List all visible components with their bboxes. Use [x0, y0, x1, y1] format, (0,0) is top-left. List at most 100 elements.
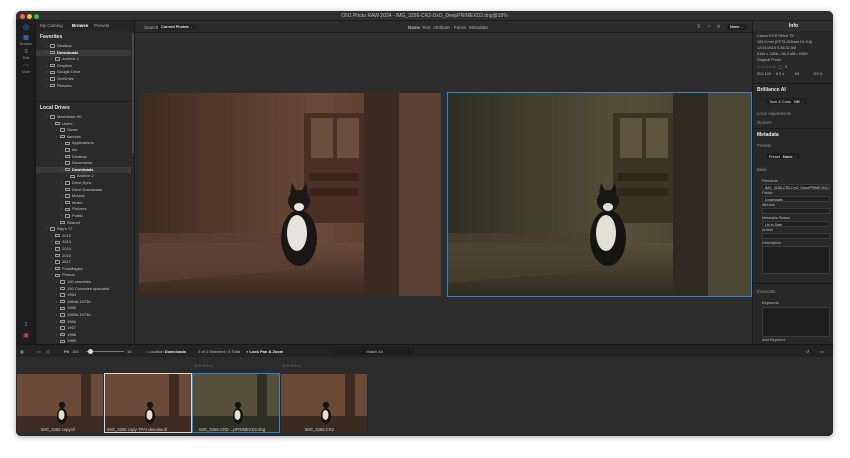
- sort-dropdown[interactable]: None ⌄: [727, 23, 747, 30]
- folder-icon: [50, 227, 55, 231]
- folder-icon: [60, 306, 65, 311]
- sidebar-item[interactable]: › Desktop: [36, 43, 131, 49]
- sidebar-item[interactable]: › 1965b-1973b: [36, 312, 131, 318]
- sidebar-item[interactable]: › bin: [36, 147, 131, 153]
- lens-info: 100.0 mm (EF75-300mm f/4-5.6): [757, 40, 813, 44]
- window-title: ON1 Photo RAW 2024 - IMG_3256-CR2-DxO_De…: [341, 13, 508, 19]
- filter-tab[interactable]: Faces: [454, 25, 466, 30]
- sidebar-item[interactable]: › 1965: [36, 305, 131, 311]
- sidebar-item-label: Macintosh HD: [57, 114, 83, 119]
- sidebar-item[interactable]: › 100 countries: [36, 279, 131, 285]
- panel-toggle-icon[interactable]: ▭: [820, 349, 824, 354]
- sidebar-item-label: Pictures: [72, 206, 87, 212]
- filter-tab[interactable]: Text: [422, 25, 430, 30]
- albums-field[interactable]: [762, 208, 830, 214]
- sidebar-item[interactable]: › Music: [36, 200, 131, 206]
- sidebar-item[interactable]: › Desktop: [36, 154, 131, 160]
- sidebar-item[interactable]: › Applications: [36, 140, 131, 146]
- lock-pan-zoom-toggle[interactable]: ● Lock Pan & Zoom: [246, 349, 283, 354]
- filmstrip-item[interactable]: ☆☆☆☆☆ IMG_3256-CR2-...pPRIMEXD2.dng: [192, 357, 301, 436]
- search-scope-dropdown[interactable]: Current Photos ⌄: [158, 23, 196, 30]
- sidebar-item[interactable]: › FotoMagico: [36, 266, 131, 272]
- sidebar-item[interactable]: › Photos: [36, 272, 131, 278]
- sidebar-item[interactable]: › Ray's T7: [36, 226, 131, 232]
- sidebar-item[interactable]: › Drive Downloads: [36, 187, 131, 193]
- preset-dropdown[interactable]: Preset None ⌄: [766, 153, 800, 159]
- sidebar-scrollbar[interactable]: [132, 33, 134, 153]
- compare-view-icon[interactable]: ▥: [46, 349, 50, 354]
- sidebar-item-label: Applications: [72, 140, 94, 146]
- sliders-icon: ≡: [24, 49, 28, 55]
- sidebar-item[interactable]: › Public: [36, 213, 131, 219]
- sidebar-item[interactable]: › tiannies: [36, 134, 131, 140]
- title-bar: ON1 Photo RAW 2024 - IMG_3256-CR2-DxO_De…: [16, 11, 833, 21]
- more-module-button[interactable]: ⋯ More: [19, 63, 33, 75]
- match-all-button[interactable]: Match All: [335, 347, 414, 355]
- sidebar-item[interactable]: › Drive-Sync: [36, 180, 131, 186]
- sidebar-item[interactable]: › Movies: [36, 193, 131, 199]
- tab-browse[interactable]: Browse: [72, 23, 88, 28]
- grid-view-icon[interactable]: ▦: [20, 349, 24, 354]
- filter-tab[interactable]: Name: [408, 25, 420, 30]
- flag-icon[interactable]: ⚐: [707, 24, 711, 30]
- sidebar-item[interactable]: › Guest: [36, 127, 131, 133]
- filename-field[interactable]: IMG_3256-CR2-DxO_DeepPRIMEXD2.dng: [762, 184, 830, 190]
- browse-module-button[interactable]: ▦ Browse: [19, 35, 33, 47]
- filter-tab[interactable]: Attribute: [433, 25, 450, 30]
- photo-right[interactable]: [447, 92, 752, 297]
- sidebar-item[interactable]: › Macintosh HD: [36, 114, 131, 120]
- sidebar-item[interactable]: › Downloads: [36, 49, 131, 56]
- sidebar-item[interactable]: › Archive 2: [36, 56, 131, 62]
- slider-handle[interactable]: [88, 349, 93, 354]
- sidebar-item[interactable]: › 1967: [36, 325, 131, 331]
- fit-button[interactable]: Fit: [64, 349, 69, 354]
- keywords-field[interactable]: [762, 307, 830, 337]
- chevron-down-icon: ⌄: [189, 25, 193, 30]
- pin-icon[interactable]: ⚲: [717, 24, 720, 30]
- sidebar-item[interactable]: › Google Drive: [36, 69, 131, 75]
- filmstrip-view-icon[interactable]: ▭: [37, 349, 41, 354]
- sidebar-item[interactable]: › 2012: [36, 233, 131, 239]
- tab-presets[interactable]: Presets: [94, 23, 109, 28]
- sidebar-item[interactable]: › 1964: [36, 292, 131, 298]
- sidebar-item[interactable]: › Users: [36, 121, 131, 127]
- tone-color-dropdown[interactable]: Tone & Color Off ⌄: [766, 98, 807, 104]
- filmstrip-item[interactable]: IMG_3256.CR2: [281, 357, 369, 436]
- sidebar-item[interactable]: › 1966: [36, 319, 131, 325]
- sidebar-item[interactable]: › Archive 2: [36, 173, 131, 179]
- tab-my-catalog[interactable]: My Catalog: [40, 23, 63, 28]
- photo-left[interactable]: [139, 93, 441, 296]
- description-field[interactable]: [762, 246, 830, 274]
- sidebar-item[interactable]: › Dropbox: [36, 63, 131, 69]
- sidebar-item[interactable]: › 1964b-1973b: [36, 299, 131, 305]
- sidebar-item[interactable]: › 2013: [36, 239, 131, 245]
- folder-icon: [50, 44, 55, 48]
- filmstrip-item[interactable]: IMG_3256 copy.tif: [17, 357, 105, 436]
- sidebar-item[interactable]: › Documents: [36, 160, 131, 166]
- edit-module-button[interactable]: ≡ Edit: [19, 49, 33, 61]
- folder-field[interactable]: Downloads: [762, 196, 830, 202]
- sidebar-item-label: 2014: [62, 246, 71, 251]
- author-field[interactable]: [762, 233, 830, 239]
- sidebar-item[interactable]: › 100 Countries upscaled: [36, 286, 131, 292]
- filter-icon[interactable]: ⊽: [697, 24, 700, 30]
- add-keyword-button[interactable]: Add Keyword: [762, 338, 785, 342]
- sidebar-item[interactable]: › Pictures: [36, 83, 131, 89]
- sidebar-item[interactable]: › 2017: [36, 259, 131, 265]
- filmstrip-item[interactable]: ☆☆☆☆☆ IMG_3256 copy-TPAI-denoise.tif: [104, 357, 213, 436]
- sidebar-item[interactable]: › Pictures: [36, 206, 131, 212]
- options-section[interactable]: Options: [757, 120, 771, 125]
- export-icon[interactable]: ▣: [19, 332, 33, 344]
- sidebar-item[interactable]: › OneDrive: [36, 76, 131, 82]
- sidebar-item[interactable]: › Shared: [36, 220, 131, 226]
- folder-icon: [55, 233, 60, 238]
- rotate-icon[interactable]: ↺: [806, 349, 809, 354]
- sidebar-item[interactable]: › 2014: [36, 246, 131, 252]
- rating-stars[interactable]: ☆☆☆☆☆ ◯ ✕: [757, 64, 788, 69]
- sidebar-item[interactable]: › 2016: [36, 253, 131, 259]
- filter-tab[interactable]: Metadata: [469, 25, 488, 30]
- sidebar-item[interactable]: › Downloads: [36, 166, 131, 173]
- local-adjustments-section[interactable]: Local Adjustments: [757, 111, 791, 116]
- exif-value: ISO 100: [757, 72, 771, 76]
- sidebar-item[interactable]: › 1968: [36, 332, 131, 338]
